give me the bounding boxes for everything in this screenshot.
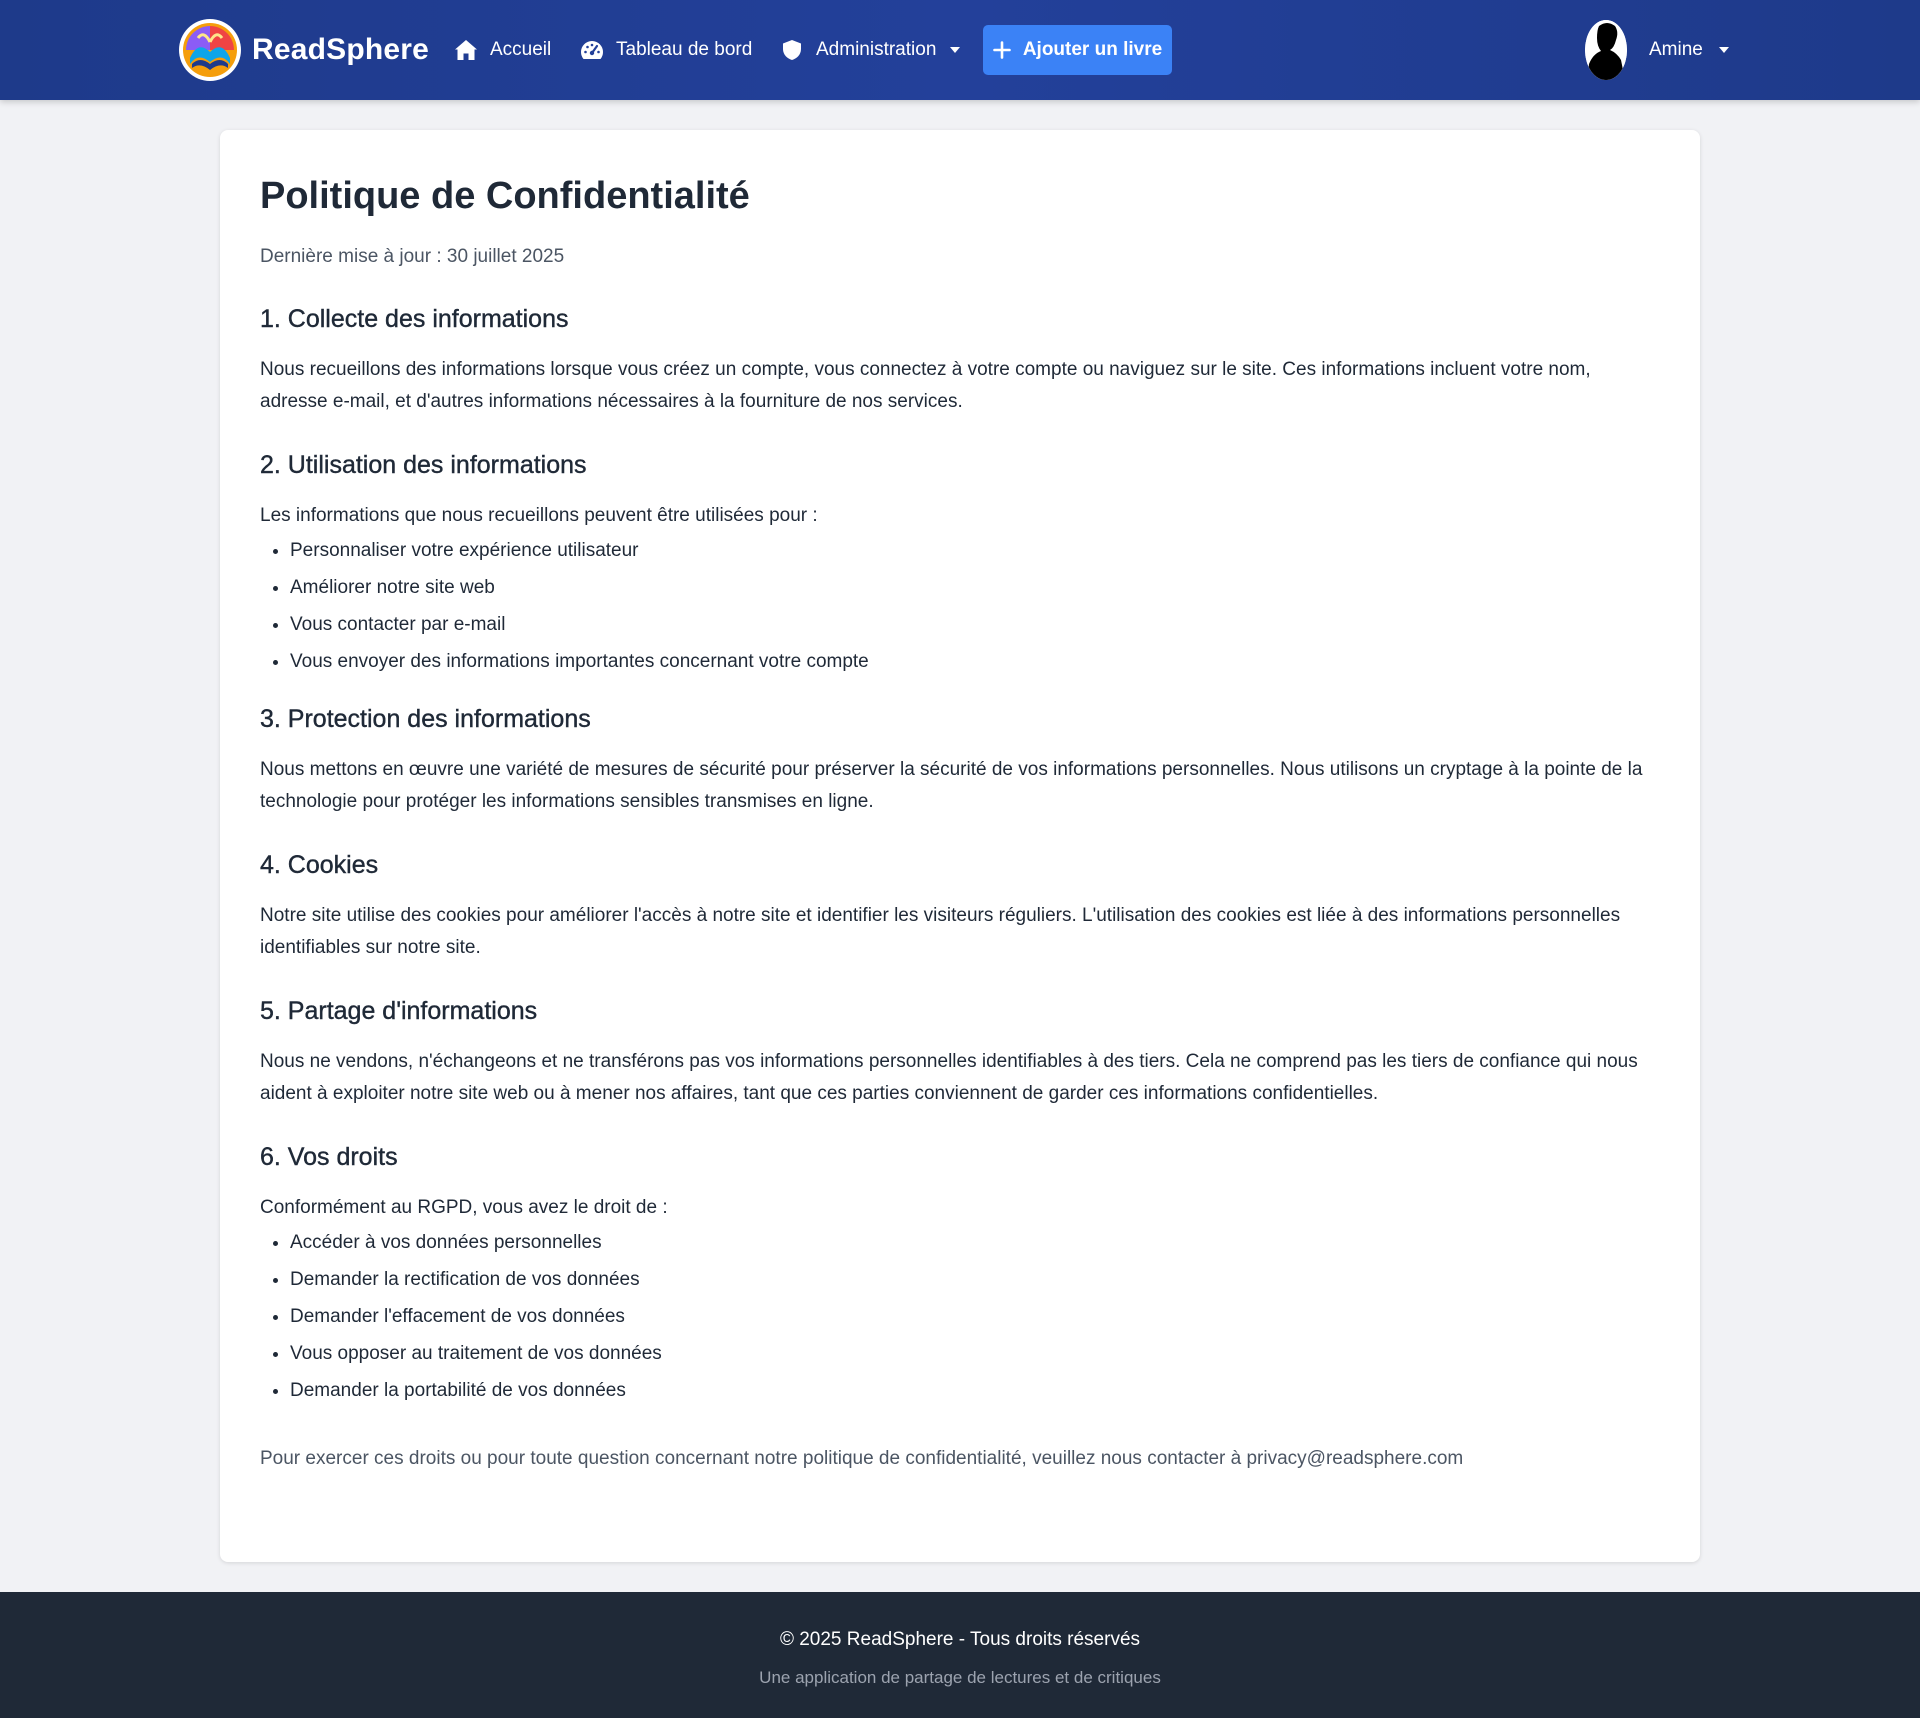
list-item: Demander la rectification de vos données: [290, 1261, 1660, 1298]
brand-name: ReadSphere: [252, 33, 430, 66]
list-item: Améliorer notre site web: [290, 569, 1660, 606]
shield-icon: [780, 38, 804, 62]
section-title-protection: 3. Protection des informations: [260, 705, 591, 733]
section-text-droits: Conformément au RGPD, vous avez le droit…: [260, 1197, 668, 1218]
list-item: Vous contacter par e-mail: [290, 606, 1660, 643]
list-item: Demander la portabilité de vos données: [290, 1372, 1660, 1409]
chevron-down-icon: [950, 47, 961, 53]
avatar: [1585, 20, 1627, 80]
section-title-collecte: 1. Collecte des informations: [260, 305, 569, 333]
page-footer: © 2025 ReadSphere - Tous droits réservés…: [0, 1592, 1920, 1718]
nav-home-label: Accueil: [490, 39, 552, 60]
nav-dashboard-link[interactable]: Tableau de bord: [580, 30, 752, 70]
section-title-partage: 5. Partage d'informations: [260, 997, 538, 1025]
user-menu-dropdown[interactable]: Amine: [1585, 20, 1729, 80]
section-text-utilisation: Les informations que nous recueillons pe…: [260, 505, 818, 526]
readsphere-logo-icon: [178, 18, 242, 82]
last-updated-text: Dernière mise à jour : 30 juillet 2025: [260, 246, 565, 267]
top-navbar: ReadSphere Accueil Tableau de bord Admin…: [0, 0, 1920, 100]
footer-copyright: © 2025 ReadSphere - Tous droits réservés: [779, 1629, 1141, 1650]
section-text-cookies: Notre site utilise des cookies pour amél…: [260, 905, 1621, 958]
contact-text: Pour exercer ces droits ou pour toute qu…: [260, 1448, 1464, 1469]
section-title-utilisation: 2. Utilisation des informations: [260, 451, 587, 479]
nav-administration-dropdown[interactable]: Administration: [780, 30, 961, 70]
chevron-down-icon: [1718, 47, 1729, 53]
list-item: Accéder à vos données personnelles: [290, 1224, 1660, 1261]
add-book-button[interactable]: Ajouter un livre: [983, 25, 1172, 75]
list-item: Demander l'effacement de vos données: [290, 1298, 1660, 1335]
list-item: Vous opposer au traitement de vos donnée…: [290, 1335, 1660, 1372]
list-item: Personnaliser votre expérience utilisate…: [290, 532, 1660, 569]
droits-list: Accéder à vos données personnelles Deman…: [260, 1224, 1660, 1409]
brand-link[interactable]: ReadSphere: [178, 18, 429, 82]
user-name: Amine: [1649, 39, 1703, 60]
privacy-policy-card: Politique de Confidentialité Dernière mi…: [220, 130, 1700, 1562]
list-item: Vous envoyer des informations importante…: [290, 643, 1660, 680]
section-text-partage: Nous ne vendons, n'échangeons et ne tran…: [260, 1051, 1638, 1104]
home-icon: [454, 38, 478, 62]
plus-icon: [993, 41, 1011, 59]
section-text-collecte: Nous recueillons des informations lorsqu…: [260, 359, 1591, 412]
gauge-icon: [580, 38, 604, 62]
utilisation-list: Personnaliser votre expérience utilisate…: [260, 532, 1660, 680]
section-text-protection: Nous mettons en œuvre une variété de mes…: [260, 759, 1643, 812]
add-book-label: Ajouter un livre: [1022, 39, 1163, 60]
footer-tagline: Une application de partage de lectures e…: [759, 1668, 1161, 1687]
nav-administration-label: Administration: [816, 39, 937, 60]
section-title-cookies: 4. Cookies: [260, 851, 379, 879]
nav-dashboard-label: Tableau de bord: [616, 39, 753, 60]
nav-home-link[interactable]: Accueil: [454, 30, 551, 70]
page-title: Politique de Confidentialité: [260, 175, 750, 217]
section-title-droits: 6. Vos droits: [260, 1143, 398, 1171]
